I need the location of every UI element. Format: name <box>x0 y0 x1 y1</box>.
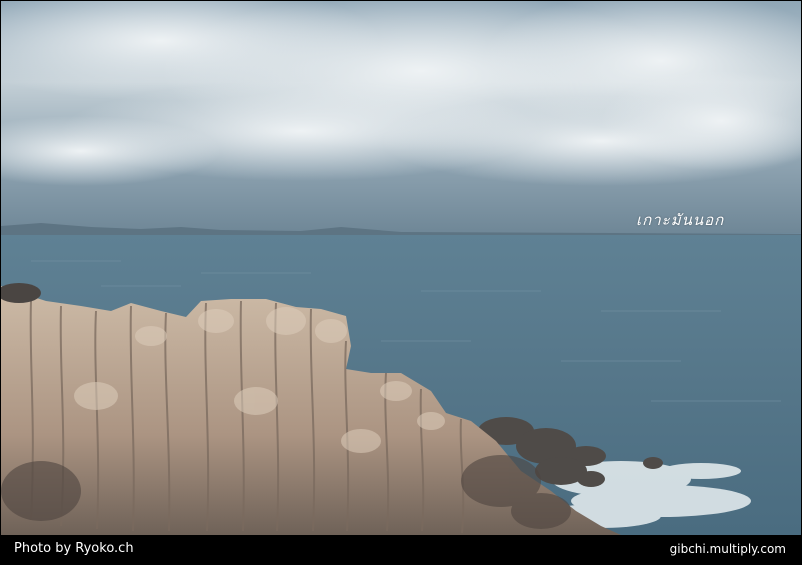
photo-credit: Photo by Ryoko.ch <box>14 541 134 556</box>
website-credit: gibchi.multiply.com <box>669 542 786 556</box>
location-caption: เกาะมันนอก <box>636 211 725 229</box>
photo-frame: เกาะมันนอก Photo by Ryoko.ch gibchi.mult… <box>0 0 802 565</box>
footer-bar: Photo by Ryoko.ch gibchi.multiply.com <box>0 535 802 565</box>
seascape-illustration <box>1 1 801 535</box>
seascape-photo <box>1 1 801 535</box>
clouds <box>1 1 801 186</box>
